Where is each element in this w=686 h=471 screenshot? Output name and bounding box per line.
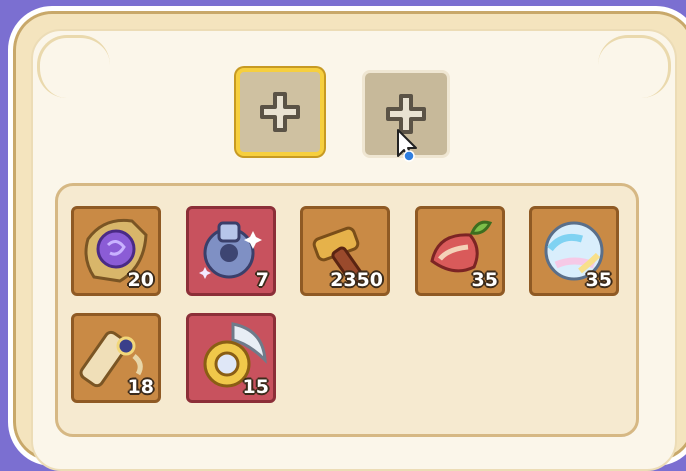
plus-icon (260, 92, 300, 132)
item-tile[interactable]: 20 (71, 206, 161, 296)
item-count: 7 (255, 269, 269, 291)
item-count: 35 (585, 269, 612, 291)
item-tile[interactable]: 7 (186, 206, 276, 296)
add-slot-button-1[interactable] (236, 68, 324, 156)
item-count: 20 (127, 269, 154, 291)
item-count: 35 (471, 269, 498, 291)
item-count: 2350 (330, 269, 383, 291)
mouse-cursor-icon (397, 129, 417, 162)
item-tile[interactable]: 35 (529, 206, 619, 296)
corner-ornament-right (598, 35, 671, 98)
item-tile[interactable]: 2350 (300, 206, 390, 296)
item-count: 18 (127, 376, 154, 398)
inventory-panel: 20 7 2350 35 35 18 15 (55, 183, 639, 437)
corner-ornament-left (37, 35, 110, 98)
item-tile[interactable]: 35 (415, 206, 505, 296)
item-tile[interactable]: 15 (186, 313, 276, 403)
item-count: 15 (242, 376, 269, 398)
item-tile[interactable]: 18 (71, 313, 161, 403)
